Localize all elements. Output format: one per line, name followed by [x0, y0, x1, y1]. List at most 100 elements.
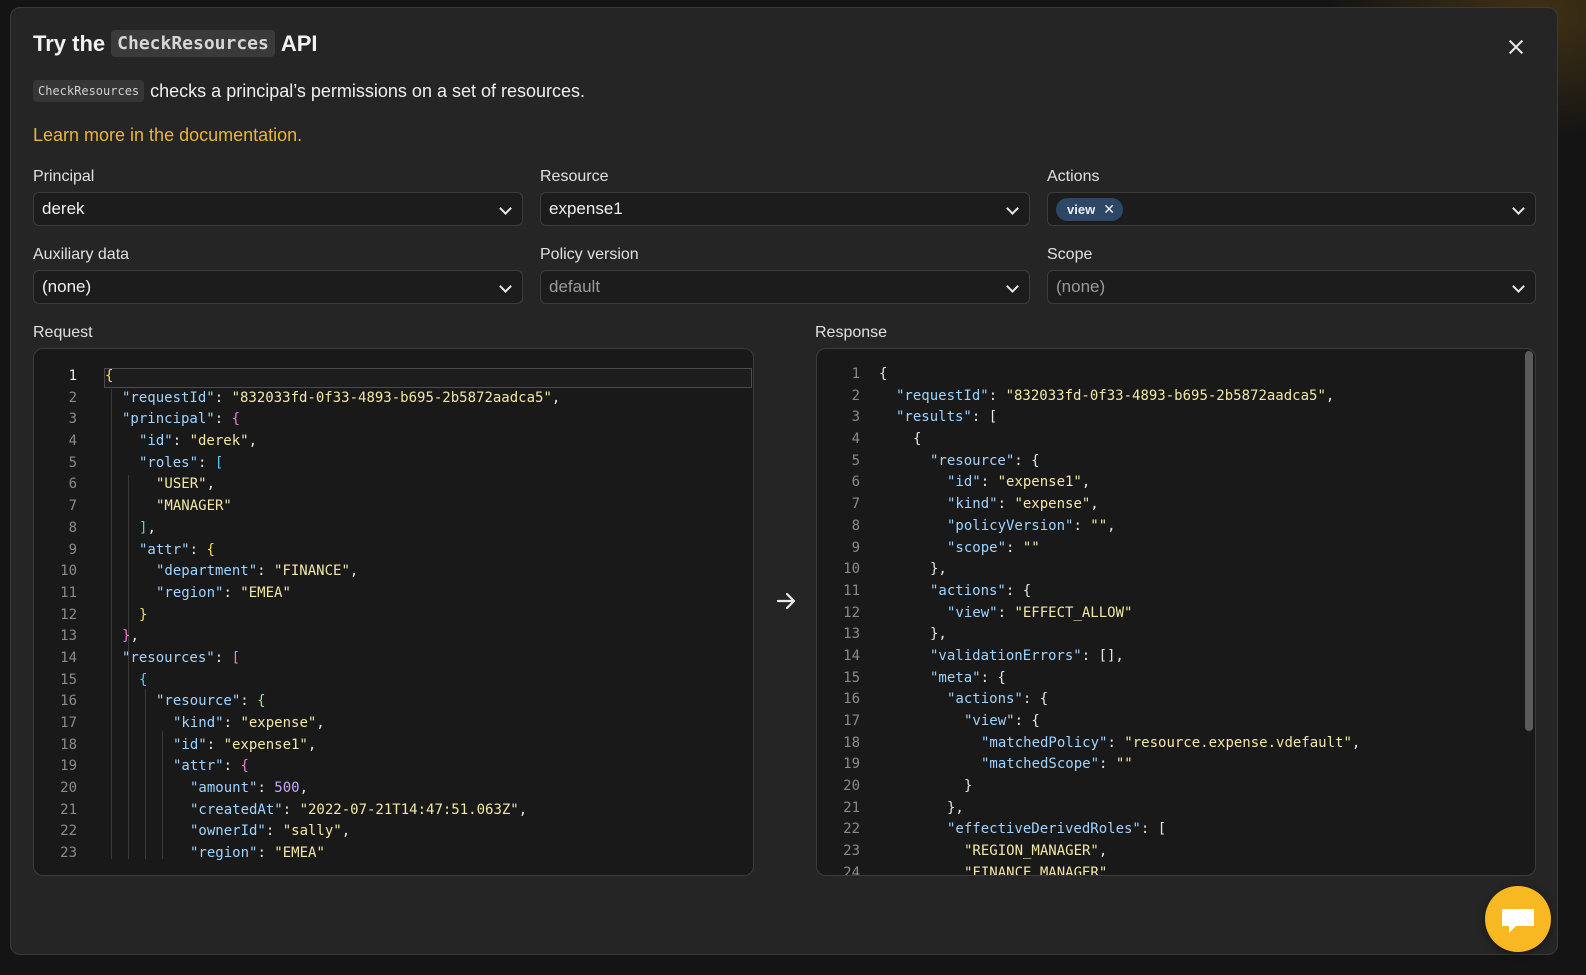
line-number: 16: [843, 691, 860, 708]
code-line: 13},: [34, 626, 753, 648]
title-prefix: Try the: [33, 30, 106, 56]
line-number: 23: [843, 843, 860, 860]
chevron-down-icon: [499, 202, 512, 215]
code-line: 21},: [817, 798, 1535, 820]
code-text: },: [947, 799, 964, 816]
policy-version-label: Policy version: [540, 246, 639, 263]
close-icon[interactable]: [1505, 36, 1527, 58]
title-suffix: API: [280, 30, 318, 56]
line-number: 2: [68, 389, 77, 406]
code-text: "actions": {: [930, 582, 1032, 599]
line-number: 19: [60, 758, 77, 775]
resource-select[interactable]: expense1: [540, 192, 1030, 226]
code-line: 12 "view": "EFFECT_ALLOW": [817, 603, 1535, 625]
line-number: 3: [68, 411, 77, 428]
code-text: "effectiveDerivedRoles": [: [947, 821, 1167, 838]
line-number: 5: [68, 454, 77, 471]
code-line: 19 "attr": {: [34, 756, 753, 778]
line-number: 12: [843, 604, 860, 621]
code-text: },: [930, 561, 947, 578]
code-text: }: [964, 778, 973, 795]
code-text: "amount": 500,: [190, 780, 309, 797]
code-text: "requestId": "832033fd-0f33-4893-b695-2b…: [896, 387, 1335, 404]
action-chip: view ✕: [1056, 197, 1123, 221]
line-number: 4: [68, 433, 77, 450]
code-line: 23 "REGION_MANAGER",: [817, 841, 1535, 863]
code-text: "roles": [: [139, 454, 224, 471]
actions-select[interactable]: view ✕: [1047, 192, 1536, 226]
line-number: 20: [843, 778, 860, 795]
request-editor[interactable]: 1{2 "requestId": "832033fd-0f33-4893-b695…: [33, 348, 754, 876]
code-line: 24 "FINANCE_MANAGER": [817, 863, 1535, 876]
policy-version-select[interactable]: default: [540, 270, 1030, 304]
line-number: 7: [851, 496, 860, 513]
actions-label: Actions: [1047, 168, 1100, 185]
line-number: 14: [843, 647, 860, 664]
chat-launcher-button[interactable]: [1485, 886, 1551, 952]
code-text: ],: [139, 519, 156, 536]
code-text: },: [930, 626, 947, 643]
line-number: 15: [843, 669, 860, 686]
line-number: 15: [60, 671, 77, 688]
code-text: "actions": {: [947, 691, 1049, 708]
scope-value: (none): [1056, 277, 1106, 296]
auxiliary-label: Auxiliary data: [33, 246, 130, 263]
code-line: 8],: [34, 518, 753, 540]
remove-chip-icon[interactable]: ✕: [1103, 201, 1115, 218]
scope-label: Scope: [1047, 246, 1093, 263]
code-text: "principal": {: [122, 411, 241, 428]
code-text: "FINANCE_MANAGER": [964, 864, 1108, 876]
code-line: 18 "matchedPolicy": "resource.expense.vde…: [817, 733, 1535, 755]
arrow-right-icon: [776, 592, 796, 610]
code-text: "createdAt": "2022-07-21T14:47:51.063Z",: [190, 801, 528, 818]
code-text: "USER",: [156, 476, 216, 493]
line-number: 18: [60, 736, 77, 753]
code-text: "matchedPolicy": "resource.expense.vdefa…: [981, 734, 1361, 751]
code-text: "resource": {: [156, 693, 266, 710]
try-api-modal: Try the CheckResources API CheckResource…: [10, 7, 1558, 955]
code-text: "requestId": "832033fd-0f33-4893-b695-2b…: [122, 389, 561, 406]
code-text: "attr": {: [139, 541, 215, 558]
code-line: 21 "createdAt": "2022-07-21T14:47:51.063Z…: [34, 800, 753, 822]
response-editor[interactable]: 1 {2 "requestId": "832033fd-0f33-4893-b695…: [816, 348, 1536, 876]
code-text: "meta": {: [930, 669, 1006, 686]
code-line: 10},: [817, 559, 1535, 581]
code-text: "policyVersion": "",: [947, 517, 1116, 534]
line-number: 22: [60, 823, 77, 840]
documentation-link[interactable]: Learn more in the documentation.: [33, 125, 302, 146]
line-number: 24: [843, 864, 860, 876]
chevron-down-icon: [499, 280, 512, 293]
code-text: "view": {: [964, 713, 1040, 729]
line-number: 19: [843, 756, 860, 773]
line-number: 8: [68, 519, 77, 536]
code-text: "department": "FINANCE",: [156, 563, 359, 580]
principal-label: Principal: [33, 168, 95, 185]
line-number: 6: [68, 476, 77, 493]
line-number: 18: [843, 734, 860, 751]
line-number: 2: [851, 387, 860, 404]
line-number: 8: [851, 517, 860, 534]
code-line: 4{: [817, 429, 1535, 451]
line-number: 17: [843, 713, 860, 729]
code-line: 15 {: [34, 670, 753, 692]
code-text: "ownerId": "sally",: [190, 823, 351, 840]
code-line: 16 "resource": {: [34, 691, 753, 713]
scope-select[interactable]: (none): [1047, 270, 1536, 304]
auxiliary-value: (none): [42, 277, 92, 296]
code-text: "validationErrors": [],: [930, 647, 1124, 664]
code-line: 6 "USER",: [34, 474, 753, 496]
modal-description: CheckResources checks a principal’s perm…: [33, 80, 585, 102]
principal-select[interactable]: derek: [33, 192, 523, 226]
code-line: 2 "requestId": "832033fd-0f33-4893-b695-2…: [34, 388, 753, 410]
code-text: {: [913, 431, 922, 448]
policy-version-value: default: [549, 277, 601, 296]
code-text: "id": "derek",: [139, 433, 258, 450]
code-line: 7 "MANAGER": [34, 496, 753, 518]
request-code: 1{2 "requestId": "832033fd-0f33-4893-b695…: [34, 366, 753, 865]
code-line: 18 "id": "expense1",: [34, 735, 753, 757]
desc-code: CheckResources: [33, 80, 145, 102]
code-line: 15 "meta": {: [817, 668, 1535, 690]
code-text: "matchedScope": "": [981, 756, 1133, 773]
line-number: 1: [851, 366, 860, 382]
auxiliary-select[interactable]: (none): [33, 270, 523, 304]
